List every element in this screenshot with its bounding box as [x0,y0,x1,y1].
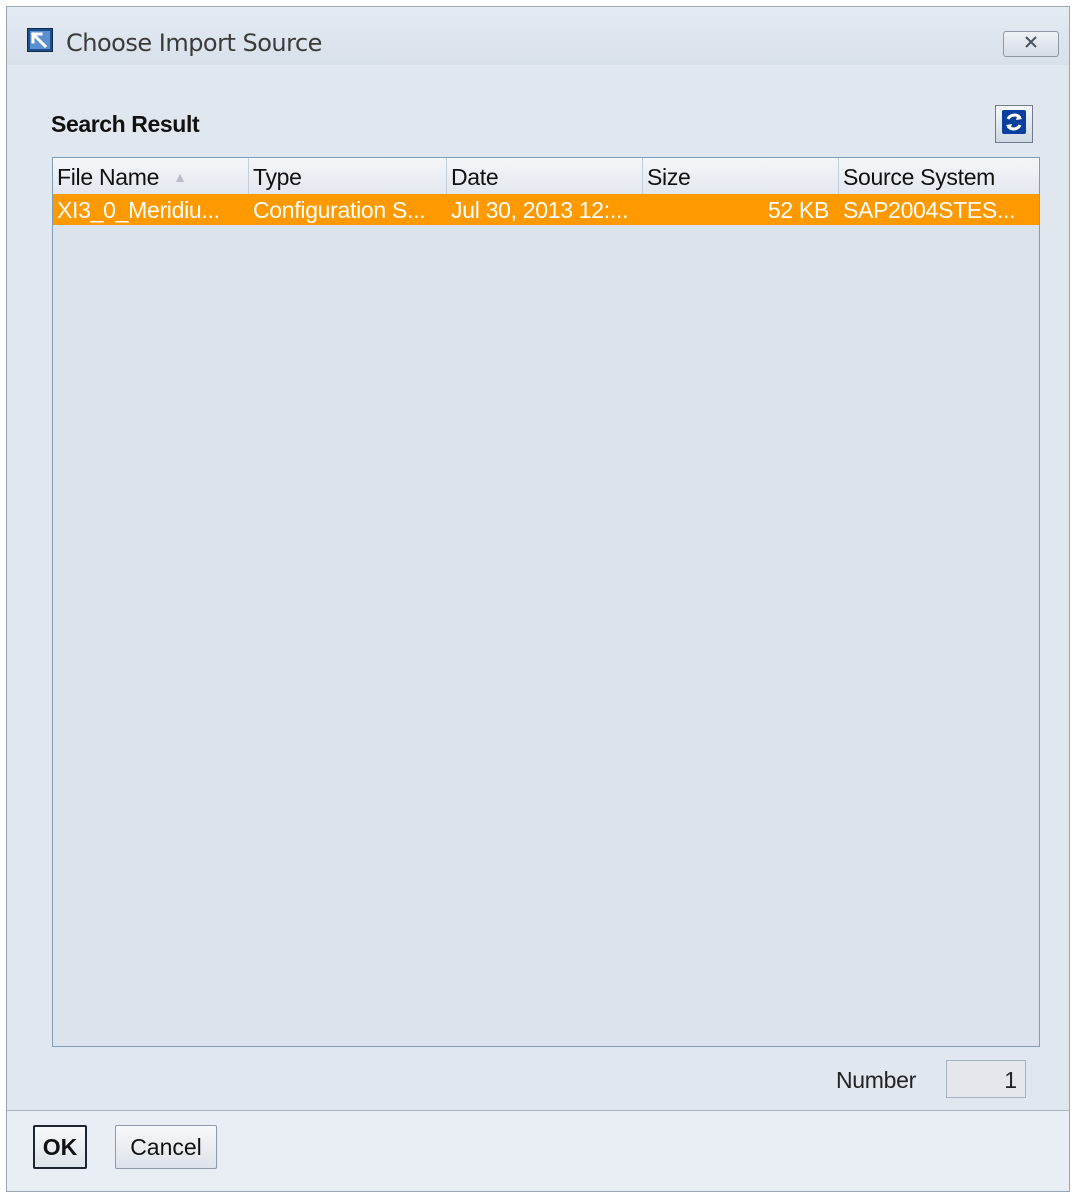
column-header-source-system[interactable]: Source System [839,158,1039,194]
close-icon [1023,35,1039,54]
ok-button[interactable]: OK [33,1125,87,1169]
table-header: File Name ▲ Type Date Size Source System [53,158,1039,195]
close-button[interactable] [1003,31,1059,57]
column-header-type[interactable]: Type [249,158,447,194]
cell-type: Configuration S... [253,197,426,223]
column-header-date[interactable]: Date [447,158,643,194]
column-header-size[interactable]: Size [643,158,839,194]
refresh-button[interactable] [995,105,1033,143]
title-bar: Choose Import Source [7,7,1069,65]
column-header-file-name[interactable]: File Name ▲ [53,158,249,194]
import-arrow-icon [27,28,53,52]
cancel-button[interactable]: Cancel [115,1125,217,1169]
dialog-window: Choose Import Source Search Result File … [6,6,1070,1192]
sort-ascending-icon: ▲ [173,169,187,185]
number-label: Number [836,1067,917,1093]
cell-source-system: SAP2004STES... [843,197,1016,223]
number-field: 1 [946,1060,1026,1098]
cell-size: 52 KB [767,197,829,223]
search-result-table: File Name ▲ Type Date Size Source System … [52,157,1040,1047]
button-bar: OK Cancel [7,1110,1069,1191]
refresh-icon [1000,108,1028,141]
dialog-title: Choose Import Source [66,29,322,57]
dialog-content: Search Result File Name ▲ Type Date Size… [7,65,1069,1111]
section-title: Search Result [51,111,200,137]
table-row[interactable]: XI3_0_Meridiu... Configuration S... Jul … [53,194,1039,225]
cell-file-name: XI3_0_Meridiu... [57,197,220,223]
cell-date: Jul 30, 2013 12:... [451,197,629,223]
